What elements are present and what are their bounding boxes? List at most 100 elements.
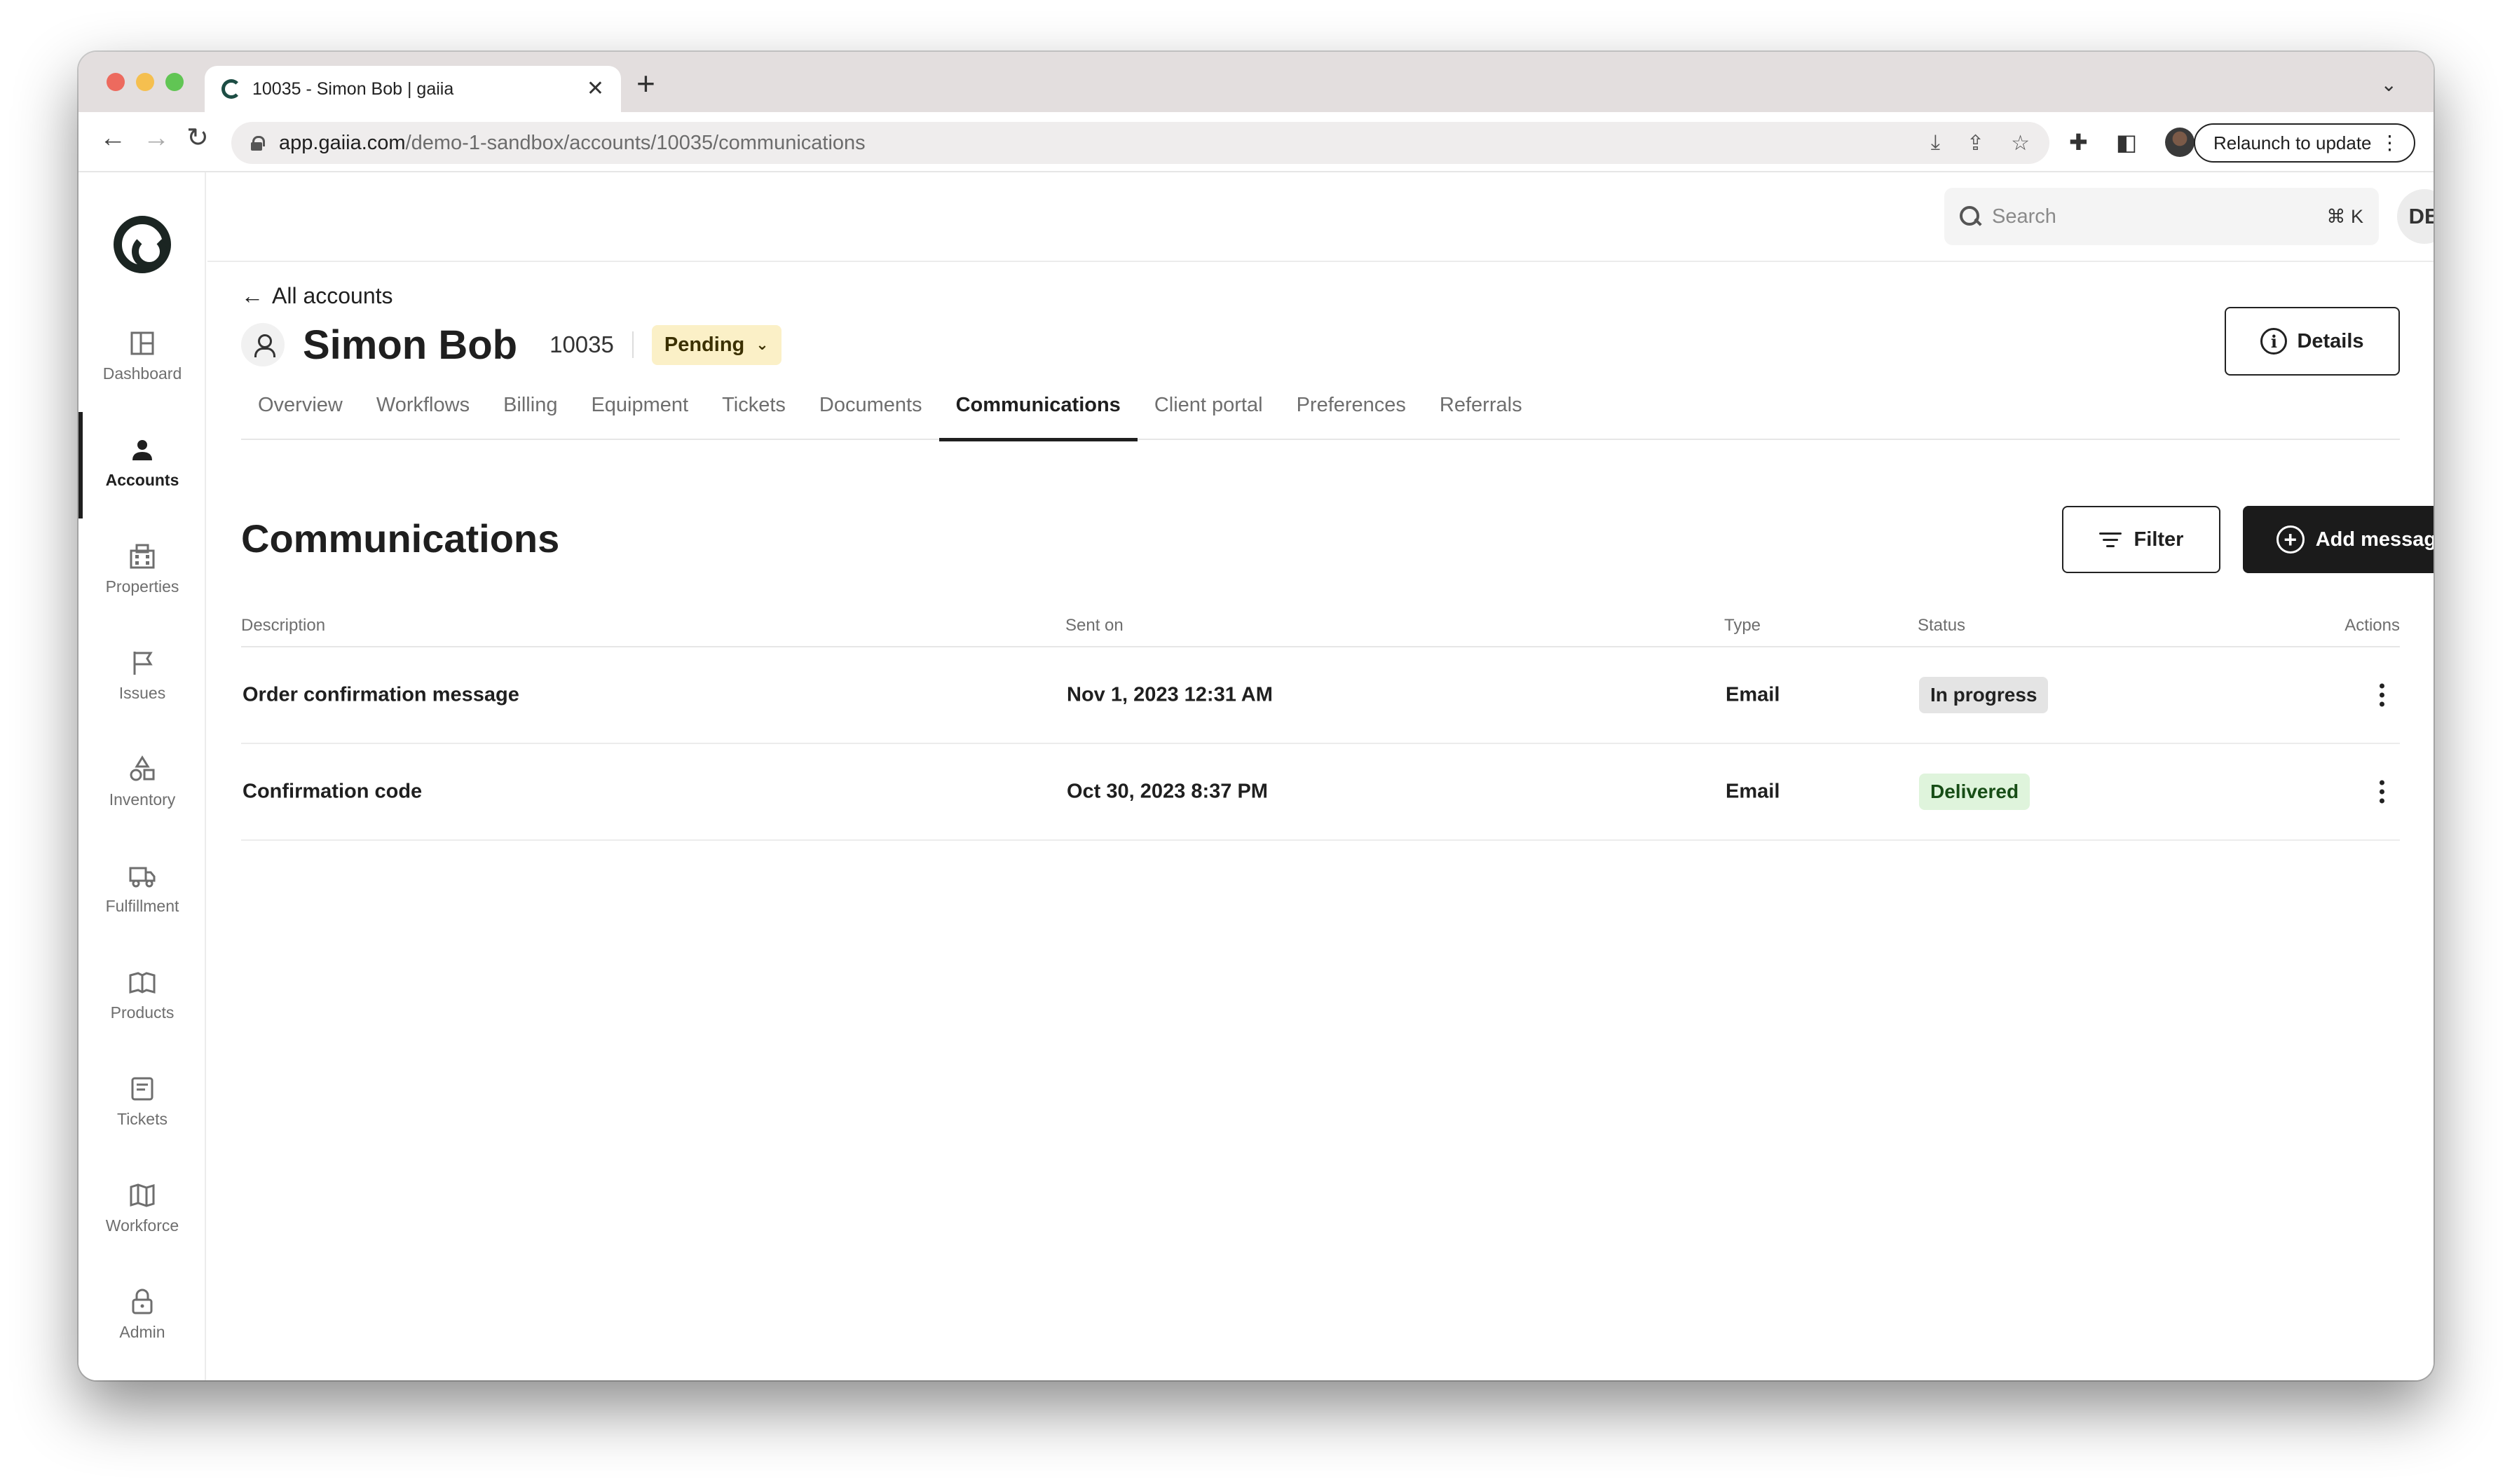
browser-tab[interactable]: 10035 - Simon Bob | gaiia ✕ — [205, 66, 621, 112]
sidebar-item-workforce[interactable]: Workforce — [78, 1169, 206, 1253]
sidebar-item-admin[interactable]: Admin — [78, 1275, 206, 1359]
row-description: Confirmation code — [243, 780, 423, 803]
share-icon[interactable]: ⇪ — [1967, 131, 1984, 156]
sidebar-item-label: Fulfillment — [105, 897, 179, 915]
column-header-status: Status — [1918, 616, 1966, 635]
column-header-description: Description — [241, 616, 326, 635]
truck-icon — [129, 867, 156, 888]
chevron-down-icon[interactable]: ⌄ — [2381, 73, 2397, 96]
gaiia-logo-icon[interactable] — [114, 216, 171, 273]
tab-documents[interactable]: Documents — [803, 394, 939, 440]
plus-circle-icon: + — [2276, 525, 2305, 554]
sidebar-item-label: Inventory — [109, 790, 176, 809]
sidebar-item-issues[interactable]: Issues — [78, 636, 206, 720]
back-arrow-icon[interactable]: ← — [100, 125, 126, 151]
browser-window: 10035 - Simon Bob | gaiia ✕ + ⌄ ← → ↻ ap… — [78, 52, 2434, 1380]
lock-icon[interactable] — [251, 136, 265, 151]
close-tab-icon[interactable]: ✕ — [587, 78, 604, 99]
tab-referrals[interactable]: Referrals — [1423, 394, 1539, 440]
sidebar-item-inventory[interactable]: Inventory — [78, 743, 206, 827]
tab-title: 10035 - Simon Bob | gaiia — [252, 78, 454, 99]
map-icon — [130, 1183, 155, 1207]
account-name: Simon Bob — [303, 322, 518, 368]
ticket-icon — [131, 1077, 153, 1101]
all-accounts-link[interactable]: ← All accounts — [241, 283, 393, 309]
user-avatar[interactable]: DB — [2397, 189, 2434, 244]
sidebar-item-products[interactable]: Products — [78, 956, 206, 1040]
sidebar-item-label: Products — [110, 1003, 175, 1022]
sidebar-item-label: Tickets — [117, 1110, 168, 1128]
more-vertical-icon[interactable] — [2380, 683, 2384, 707]
install-app-icon[interactable]: ⤓ — [1931, 131, 1940, 156]
minimize-window-button[interactable] — [136, 73, 154, 91]
tab-workflows[interactable]: Workflows — [360, 394, 486, 440]
sidebar-item-label: Dashboard — [102, 364, 182, 383]
search-icon — [1960, 206, 1981, 227]
row-type: Email — [1726, 780, 1780, 803]
sidebar-item-label: Properties — [105, 577, 179, 596]
details-button[interactable]: i Details — [2225, 307, 2400, 376]
column-header-actions: Actions — [2344, 616, 2400, 635]
search-placeholder: Search — [1992, 205, 2056, 228]
address-bar[interactable]: app.gaiia.com/demo-1-sandbox/accounts/10… — [231, 122, 2049, 164]
chevron-down-icon: ⌄ — [756, 336, 769, 353]
building-icon — [130, 544, 155, 569]
reload-icon[interactable]: ↻ — [186, 125, 209, 151]
sidebar-item-dashboard[interactable]: Dashboard — [78, 317, 206, 401]
tab-overview[interactable]: Overview — [241, 394, 360, 440]
table-row[interactable]: Confirmation code Oct 30, 2023 8:37 PM E… — [241, 744, 2400, 841]
flag-icon — [133, 652, 153, 675]
status-badge: Delivered — [1919, 774, 2030, 810]
app-header: Search ⌘ K DB — [207, 172, 2434, 262]
tab-communications[interactable]: Communications — [938, 394, 1138, 441]
more-vertical-icon[interactable] — [2380, 780, 2384, 804]
tab-billing[interactable]: Billing — [486, 394, 574, 440]
more-vertical-icon: ⋮ — [2380, 132, 2400, 153]
sidebar-item-properties[interactable]: Properties — [78, 530, 206, 614]
filter-icon — [2098, 532, 2122, 547]
user-icon — [132, 440, 152, 460]
sidebar-item-fulfillment[interactable]: Fulfillment — [78, 849, 206, 933]
sidebar-item-label: Accounts — [105, 471, 179, 489]
tab-equipment[interactable]: Equipment — [574, 394, 705, 440]
search-input[interactable]: Search ⌘ K — [1944, 188, 2379, 245]
url-path: /demo-1-sandbox/accounts/10035/communica… — [405, 131, 866, 154]
gaiia-favicon-icon — [221, 79, 241, 99]
bookmark-star-icon[interactable]: ☆ — [2011, 131, 2030, 156]
table-row[interactable]: Order confirmation message Nov 1, 2023 1… — [241, 647, 2400, 744]
tab-client-portal[interactable]: Client portal — [1138, 394, 1280, 440]
url-host: app.gaiia.com — [279, 131, 406, 154]
close-window-button[interactable] — [107, 73, 125, 91]
communications-table: Description Sent on Type Status Actions … — [241, 605, 2400, 841]
app: Dashboard Accounts Properties Issues Inv… — [78, 172, 2434, 1380]
sidebar-item-accounts[interactable]: Accounts — [78, 412, 206, 518]
column-header-sent-on: Sent on — [1065, 616, 1124, 635]
new-tab-button[interactable]: + — [636, 67, 655, 99]
tab-tickets[interactable]: Tickets — [705, 394, 803, 440]
side-panel-icon[interactable]: ◧ — [2116, 129, 2137, 156]
account-status-dropdown[interactable]: Pending ⌄ — [651, 324, 781, 365]
forward-arrow-icon[interactable]: → — [143, 125, 170, 151]
lock-icon — [132, 1289, 153, 1314]
row-sent-on: Oct 30, 2023 8:37 PM — [1067, 780, 1268, 803]
person-icon — [241, 323, 285, 366]
profile-avatar[interactable] — [2165, 128, 2195, 157]
add-message-button[interactable]: + Add message — [2243, 506, 2434, 573]
add-message-label: Add message — [2315, 528, 2434, 551]
tab-strip: 10035 - Simon Bob | gaiia ✕ + ⌄ — [78, 52, 2434, 112]
maximize-window-button[interactable] — [165, 73, 184, 91]
sidebar-item-tickets[interactable]: Tickets — [78, 1062, 206, 1146]
shapes-icon — [130, 755, 155, 781]
status-badge: In progress — [1919, 677, 2049, 713]
relaunch-to-update-button[interactable]: Relaunch to update ⋮ — [2194, 123, 2415, 163]
account-id: 10035 — [550, 331, 634, 358]
book-icon — [129, 972, 156, 994]
dashboard-icon — [130, 331, 154, 355]
arrow-left-icon: ← — [241, 283, 264, 308]
tab-preferences[interactable]: Preferences — [1280, 394, 1423, 440]
search-shortcut: ⌘ K — [2326, 205, 2363, 227]
sidebar-item-label: Admin — [119, 1323, 165, 1341]
filter-button[interactable]: Filter — [2062, 506, 2220, 573]
row-sent-on: Nov 1, 2023 12:31 AM — [1067, 683, 1273, 706]
extensions-puzzle-icon[interactable]: ✚ — [2069, 129, 2088, 156]
